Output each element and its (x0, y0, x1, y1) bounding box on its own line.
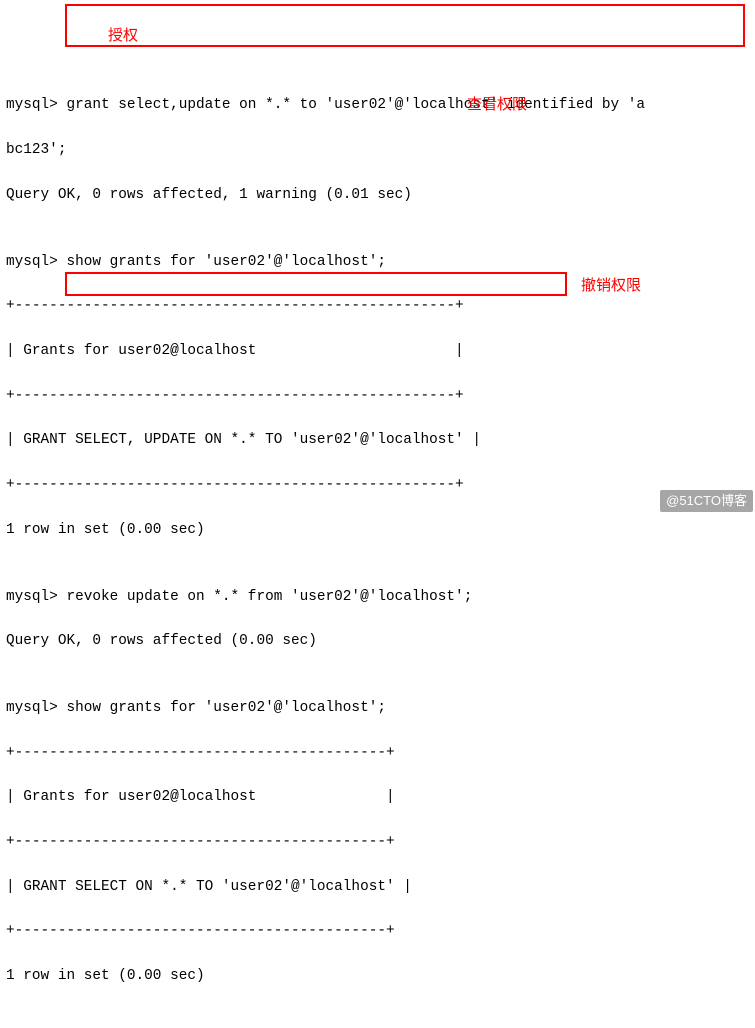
terminal-line: mysql> show grants for 'user02'@'localho… (0, 251, 755, 273)
terminal-line: +---------------------------------------… (0, 295, 755, 317)
terminal-line: mysql> grant select,update on *.* to 'us… (0, 94, 755, 116)
terminal-line: +---------------------------------------… (0, 742, 755, 764)
terminal-line: +---------------------------------------… (0, 474, 755, 496)
terminal-line: +---------------------------------------… (0, 831, 755, 853)
terminal-line: Query OK, 0 rows affected, 1 warning (0.… (0, 184, 755, 206)
terminal-line: | GRANT SELECT, UPDATE ON *.* TO 'user02… (0, 429, 755, 451)
terminal-line: | GRANT SELECT ON *.* TO 'user02'@'local… (0, 876, 755, 898)
terminal-line: mysql> revoke update on *.* from 'user02… (0, 586, 755, 608)
terminal-line: +---------------------------------------… (0, 920, 755, 942)
label-grant: 授权 (108, 25, 138, 48)
terminal-line: 1 row in set (0.00 sec) (0, 519, 755, 541)
terminal-line: bc123'; (0, 139, 755, 161)
highlight-box-revoke (65, 272, 567, 296)
terminal-line: 1 row in set (0.00 sec) (0, 965, 755, 987)
terminal-line: Query OK, 0 rows affected (0.00 sec) (0, 630, 755, 652)
watermark: @51CTO博客 (660, 490, 753, 512)
terminal-line: mysql> show grants for 'user02'@'localho… (0, 697, 755, 719)
terminal-line: | Grants for user02@localhost | (0, 786, 755, 808)
terminal-line: | Grants for user02@localhost | (0, 340, 755, 362)
terminal-line: +---------------------------------------… (0, 385, 755, 407)
highlight-box-grant (65, 4, 745, 47)
